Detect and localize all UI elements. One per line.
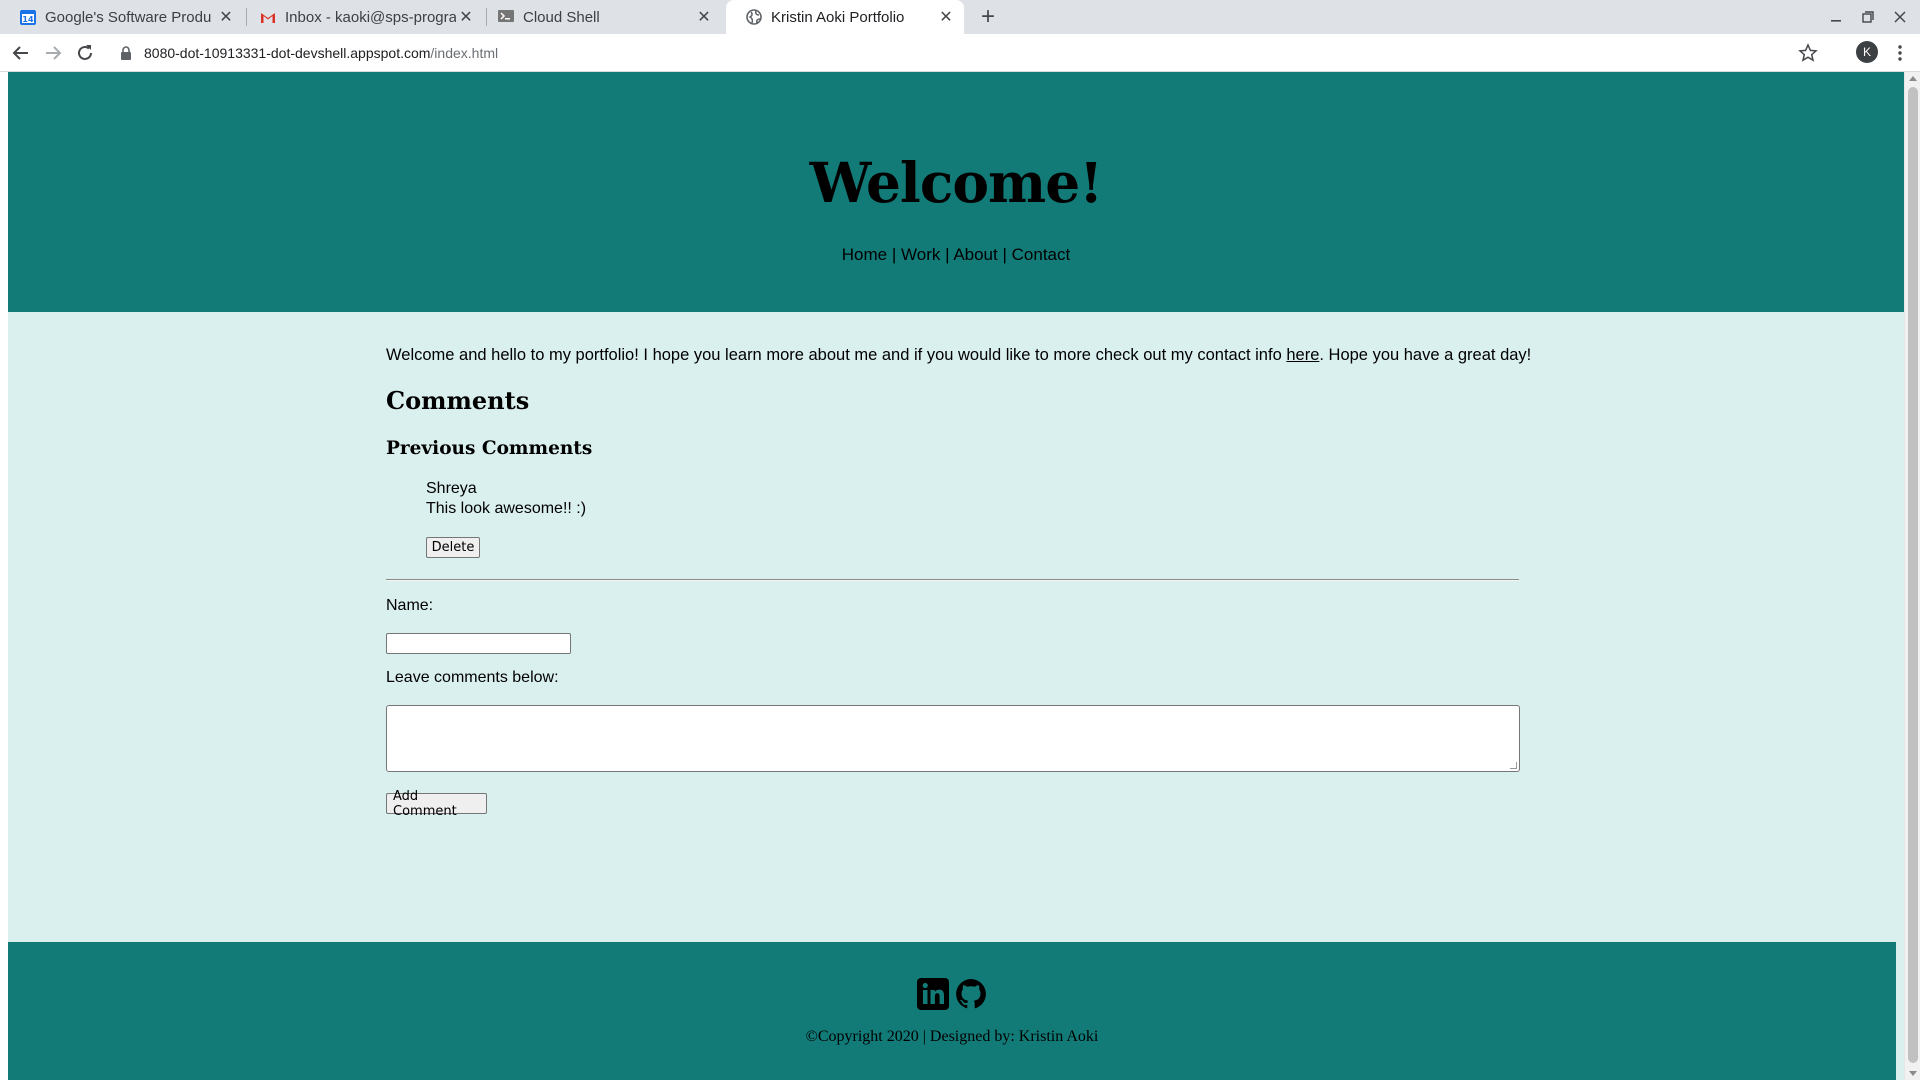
comment-author: Shreya [426, 480, 477, 497]
nav-contact[interactable]: Contact [1012, 245, 1071, 264]
page-scrollbar[interactable] [1904, 72, 1920, 1080]
divider [386, 579, 1519, 581]
back-icon[interactable] [6, 38, 36, 68]
nav-home[interactable]: Home [842, 245, 887, 264]
resize-handle[interactable] [1510, 762, 1517, 769]
nav-separator: | [1002, 245, 1007, 264]
comment-text: This look awesome!! :) [426, 500, 587, 517]
comment-label: Leave comments below: [386, 669, 559, 686]
minimize-icon[interactable] [1824, 6, 1848, 28]
bookmark-star-icon[interactable] [1798, 43, 1818, 63]
globe-icon [746, 9, 762, 25]
browser-toolbar: 8080-dot-10913331-dot-devshell.appspot.c… [0, 34, 1920, 72]
main-nav: Home | Work | About | Contact [8, 245, 1904, 265]
scrollbar-thumb[interactable] [1908, 87, 1918, 1063]
nav-separator: | [945, 245, 950, 264]
url-path: /index.html [430, 45, 499, 61]
intro-text-end: . Hope you have a great day! [1319, 346, 1532, 364]
address-bar[interactable]: 8080-dot-10913331-dot-devshell.appspot.c… [108, 37, 1830, 69]
tab-title: Cloud Shell [523, 8, 600, 26]
contact-link[interactable]: here [1286, 346, 1319, 364]
calendar-icon: 14 [20, 9, 36, 25]
intro-text: Welcome and hello to my portfolio! I hop… [386, 346, 1287, 364]
nav-about[interactable]: About [953, 245, 997, 264]
forward-icon[interactable] [38, 38, 68, 68]
name-label: Name: [386, 597, 434, 614]
page-footer: ©Copyright 2020 | Designed by: Kristin A… [8, 942, 1896, 1080]
previous-comments-heading: Previous Comments [386, 438, 593, 459]
url-text: 8080-dot-10913331-dot-devshell.appspot.c… [144, 45, 498, 61]
add-comment-button[interactable]: Add Comment [386, 789, 487, 819]
lock-icon [120, 46, 132, 60]
calendar-day: 14 [22, 15, 34, 24]
scroll-up-arrow-icon[interactable] [1909, 76, 1917, 81]
tab-title: Google's Software Produ [45, 8, 212, 26]
social-links [8, 977, 1896, 1011]
comment-item: Shreya This look awesome!! :) [426, 479, 586, 519]
close-window-icon[interactable] [1888, 6, 1912, 28]
close-icon[interactable]: ✕ [216, 7, 236, 27]
close-icon[interactable]: ✕ [936, 7, 956, 27]
tab-gmail[interactable]: Inbox - kaoki@sps-progra ✕ [240, 0, 484, 34]
page-left-margin [0, 72, 8, 1080]
github-icon[interactable] [954, 977, 988, 1011]
nav-work[interactable]: Work [901, 245, 940, 264]
cloud-shell-icon [498, 9, 514, 25]
tab-portfolio[interactable]: Kristin Aoki Portfolio ✕ [726, 0, 964, 34]
gmail-icon [260, 9, 276, 25]
name-input[interactable] [386, 633, 571, 654]
intro-paragraph: Welcome and hello to my portfolio! I hop… [386, 346, 1531, 365]
page-header: Welcome! Home | Work | About | Contact [8, 72, 1904, 312]
delete-comment-button[interactable]: Delete [426, 537, 480, 558]
tab-title: Inbox - kaoki@sps-progra [285, 8, 456, 26]
close-icon[interactable]: ✕ [456, 7, 476, 27]
scroll-down-arrow-icon[interactable] [1909, 1071, 1917, 1076]
tab-calendar[interactable]: 14 Google's Software Produ ✕ [0, 0, 244, 34]
close-icon[interactable]: ✕ [694, 7, 714, 27]
profile-avatar[interactable]: K [1856, 41, 1878, 63]
tab-cloud-shell[interactable]: Cloud Shell ✕ [478, 0, 722, 34]
page-title: Welcome! [809, 150, 1104, 215]
comment-textarea[interactable] [386, 705, 1520, 772]
tab-title: Kristin Aoki Portfolio [771, 8, 905, 26]
new-tab-button[interactable]: + [975, 3, 1001, 30]
comments-heading: Comments [386, 386, 530, 415]
linkedin-icon[interactable] [916, 977, 950, 1011]
nav-separator: | [891, 245, 897, 264]
copyright-text: ©Copyright 2020 | Designed by: Kristin A… [805, 1028, 1099, 1045]
reload-icon[interactable] [70, 38, 100, 68]
page-viewport: Welcome! Home | Work | About | Contact W… [0, 72, 1920, 1080]
tab-strip: 14 Google's Software Produ ✕ Inbox - kao… [0, 0, 1920, 34]
menu-icon[interactable] [1888, 40, 1912, 66]
restore-icon[interactable] [1856, 6, 1880, 28]
url-host: 8080-dot-10913331-dot-devshell.appspot.c… [144, 45, 431, 61]
